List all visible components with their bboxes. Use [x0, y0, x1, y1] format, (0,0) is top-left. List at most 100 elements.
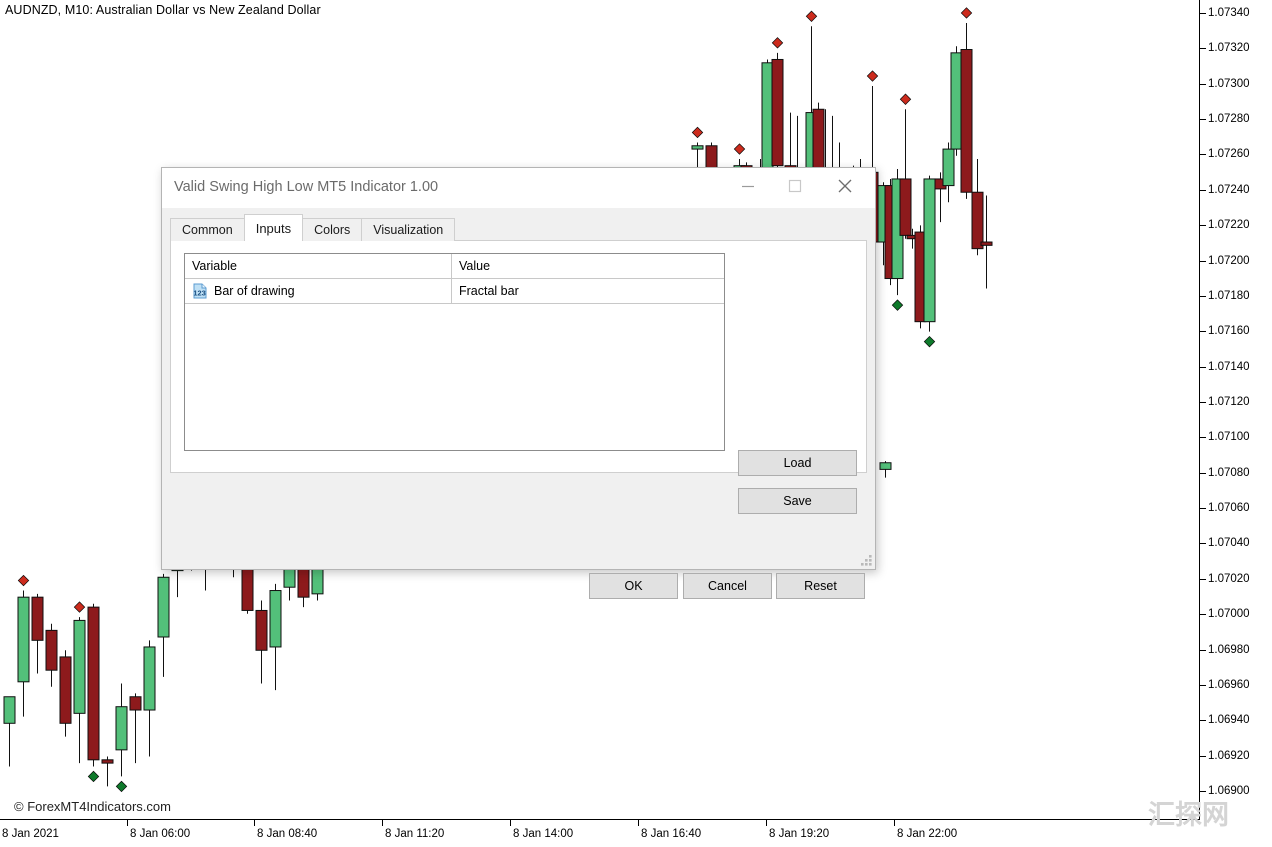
swing-high-marker: [692, 127, 702, 137]
price-tick: [1200, 48, 1206, 49]
candlestick: [924, 176, 935, 332]
load-button-label: Load: [784, 456, 812, 470]
price-tick: [1200, 119, 1206, 120]
dialog-titlebar[interactable]: Valid Swing High Low MT5 Indicator 1.00: [162, 168, 875, 209]
price-tick-label: 1.07280: [1208, 113, 1250, 125]
minimize-button[interactable]: [725, 168, 770, 206]
time-tick-label: 8 Jan 22:00: [897, 828, 957, 840]
price-tick: [1200, 579, 1206, 580]
candlestick: [102, 756, 113, 786]
swing-low-marker: [116, 781, 126, 791]
cancel-button[interactable]: Cancel: [683, 573, 772, 599]
price-tick-label: 1.07120: [1208, 396, 1250, 408]
candlestick: [900, 109, 911, 238]
time-tick-label: 8 Jan 08:40: [257, 828, 317, 840]
cancel-button-label: Cancel: [708, 579, 747, 593]
price-tick: [1200, 614, 1206, 615]
candlestick: [32, 594, 43, 674]
parameter-value-cell[interactable]: Fractal bar: [452, 279, 724, 303]
parameter-value-label: Fractal bar: [459, 284, 519, 298]
tab-common[interactable]: Common: [170, 218, 245, 241]
time-tick: [254, 820, 255, 826]
tab-visualization[interactable]: Visualization: [361, 218, 455, 241]
candlestick: [270, 584, 281, 690]
time-axis[interactable]: 8 Jan 20218 Jan 06:008 Jan 08:408 Jan 11…: [0, 819, 1200, 847]
swing-low-marker: [924, 336, 934, 346]
parameters-grid[interactable]: Variable Value 123 Bar of drawing: [184, 253, 725, 451]
time-tick: [894, 820, 895, 826]
candlestick: [158, 574, 169, 677]
price-tick: [1200, 543, 1206, 544]
swing-low-marker: [88, 771, 98, 781]
time-tick-label: 8 Jan 14:00: [513, 828, 573, 840]
price-tick: [1200, 720, 1206, 721]
candlestick: [256, 600, 267, 683]
inputs-tab-panel: Variable Value 123 Bar of drawing: [170, 240, 867, 473]
price-tick-label: 1.07160: [1208, 325, 1250, 337]
resize-grip[interactable]: [860, 554, 873, 567]
copyright-label: © ForexMT4Indicators.com: [14, 799, 171, 814]
candlestick: [88, 604, 99, 767]
candlestick: [60, 650, 71, 736]
dialog-body: Common Inputs Colors Visualization Varia…: [162, 208, 875, 569]
candlestick: [116, 683, 127, 776]
candlestick: [772, 53, 783, 169]
tab-visualization-label: Visualization: [373, 223, 443, 237]
time-tick-label: 8 Jan 11:20: [385, 828, 444, 840]
candlestick: [74, 617, 85, 763]
swing-high-marker: [961, 8, 971, 18]
time-tick-label: 8 Jan 19:20: [769, 828, 829, 840]
time-tick: [382, 820, 383, 826]
swing-high-marker: [772, 38, 782, 48]
price-tick-label: 1.07340: [1208, 7, 1250, 19]
price-axis[interactable]: 1.073401.073201.073001.072801.072601.072…: [1199, 0, 1272, 820]
swing-low-marker: [892, 300, 902, 310]
price-tick-label: 1.07200: [1208, 255, 1250, 267]
price-tick: [1200, 331, 1206, 332]
candlestick: [972, 159, 983, 255]
close-icon: [837, 178, 853, 197]
price-tick: [1200, 190, 1206, 191]
parameter-name-cell[interactable]: 123 Bar of drawing: [185, 279, 452, 303]
table-row[interactable]: 123 Bar of drawing Fractal bar: [185, 279, 724, 304]
price-tick-label: 1.07240: [1208, 184, 1250, 196]
reset-button[interactable]: Reset: [776, 573, 865, 599]
tab-inputs[interactable]: Inputs: [244, 214, 303, 241]
price-tick: [1200, 367, 1206, 368]
tab-common-label: Common: [182, 223, 233, 237]
candlestick: [951, 46, 962, 156]
parameters-grid-header: Variable Value: [185, 254, 724, 279]
swing-high-marker: [806, 11, 816, 21]
time-tick: [766, 820, 767, 826]
indicator-properties-dialog[interactable]: Valid Swing High Low MT5 Indicator 1.00: [161, 167, 876, 570]
price-tick: [1200, 437, 1206, 438]
column-header-variable: Variable: [185, 254, 452, 278]
time-tick: [127, 820, 128, 826]
minimize-icon: [741, 179, 755, 196]
save-button[interactable]: Save: [738, 488, 857, 514]
candlestick: [943, 142, 954, 202]
price-tick-label: 1.07260: [1208, 148, 1250, 160]
candlestick: [46, 624, 57, 687]
price-tick-label: 1.07020: [1208, 573, 1250, 585]
swing-high-marker: [867, 71, 877, 81]
svg-text:123: 123: [193, 289, 205, 298]
price-tick: [1200, 402, 1206, 403]
close-button[interactable]: [822, 168, 867, 206]
candlestick: [144, 640, 155, 756]
load-button[interactable]: Load: [738, 450, 857, 476]
site-watermark: 汇探网: [1148, 801, 1229, 831]
time-tick-label: 8 Jan 06:00: [130, 828, 190, 840]
price-tick-label: 1.06900: [1208, 785, 1250, 797]
price-tick: [1200, 225, 1206, 226]
swing-high-marker: [734, 144, 744, 154]
dialog-title: Valid Swing High Low MT5 Indicator 1.00: [174, 179, 438, 195]
ok-button[interactable]: OK: [589, 573, 678, 599]
price-tick-label: 1.07300: [1208, 78, 1250, 90]
price-tick-label: 1.07000: [1208, 608, 1250, 620]
dialog-tab-strip: Common Inputs Colors Visualization: [170, 215, 454, 241]
maximize-button[interactable]: [772, 168, 817, 206]
price-tick: [1200, 650, 1206, 651]
tab-colors[interactable]: Colors: [302, 218, 362, 241]
price-tick-label: 1.07080: [1208, 467, 1250, 479]
